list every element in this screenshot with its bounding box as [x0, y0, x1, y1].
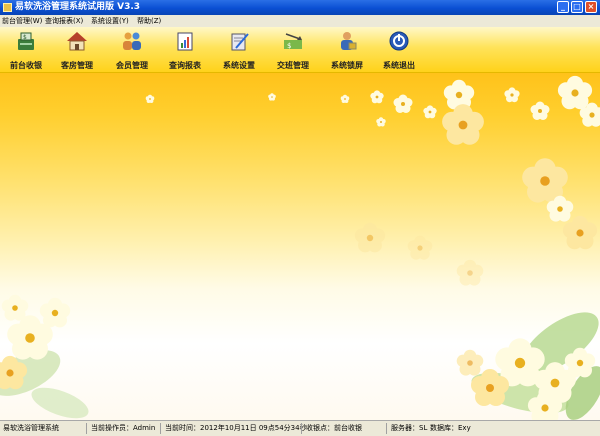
title-bar[interactable]: 易软洗浴管理系统试用版 V3.3 _ □ × — [0, 0, 600, 15]
member-management-button[interactable]: 会员管理 — [107, 30, 157, 70]
cashier-button[interactable]: $ 前台收银 — [1, 30, 51, 70]
close-button[interactable]: × — [585, 1, 597, 13]
svg-text:$: $ — [287, 42, 291, 50]
minimize-button[interactable]: _ — [557, 1, 569, 13]
menu-settings[interactable]: 系统设置(Y) — [91, 15, 129, 27]
status-divider — [160, 423, 161, 434]
members-icon — [123, 32, 141, 50]
main-workspace — [0, 73, 600, 420]
cashier-label: 前台收银 — [10, 61, 42, 70]
menu-bar: 前台管理(W) 查询报表(X) 系统设置(Y) 帮助(Z) — [0, 15, 600, 27]
window-title: 易软洗浴管理系统试用版 V3.3 — [15, 2, 141, 12]
status-time: 当前时间：2012年10月11日 09点54分34秒 — [165, 424, 307, 432]
query-reports-label: 查询报表 — [169, 61, 201, 70]
house-icon — [67, 32, 87, 51]
status-divider — [86, 423, 87, 434]
app-icon — [3, 3, 12, 12]
main-toolbar: $ 前台收银 客房管理 会员管理 查询报表 系统设置 $ 交班管理 系统锁屏 系… — [0, 27, 600, 73]
lock-screen-label: 系统锁屏 — [331, 61, 363, 70]
lock-screen-icon — [341, 32, 357, 50]
room-management-label: 客房管理 — [61, 61, 93, 70]
member-management-label: 会员管理 — [116, 61, 148, 70]
status-operator: 当前操作员：Admin — [91, 424, 156, 432]
exit-system-button[interactable]: 系统退出 — [374, 30, 424, 70]
handover-icon: $ — [284, 33, 302, 50]
cash-register-icon: $ — [18, 32, 34, 50]
status-database: 数据库：Exy — [430, 424, 471, 432]
system-settings-label: 系统设置 — [223, 61, 255, 70]
flower-background-image — [0, 75, 600, 420]
system-settings-button[interactable]: 系统设置 — [214, 30, 264, 70]
menu-reports[interactable]: 查询报表(X) — [45, 15, 83, 27]
room-management-button[interactable]: 客房管理 — [52, 30, 102, 70]
query-reports-button[interactable]: 查询报表 — [160, 30, 210, 70]
maximize-button[interactable]: □ — [571, 1, 583, 13]
exit-system-label: 系统退出 — [383, 61, 415, 70]
exit-icon — [389, 31, 409, 51]
status-divider — [386, 423, 387, 434]
menu-front-desk[interactable]: 前台管理(W) — [2, 15, 42, 27]
shift-handover-label: 交班管理 — [277, 61, 309, 70]
svg-text:$: $ — [23, 34, 27, 41]
status-app-name: 易软洗浴管理系统 — [3, 424, 59, 432]
status-server: 服务器：SL — [391, 424, 428, 432]
shift-handover-button[interactable]: $ 交班管理 — [268, 30, 318, 70]
report-icon — [177, 32, 193, 51]
status-divider — [301, 423, 302, 434]
status-station: 收银点：前台收银 — [306, 424, 362, 432]
menu-help[interactable]: 帮助(Z) — [137, 15, 161, 27]
settings-icon — [231, 33, 249, 51]
status-bar: 易软洗浴管理系统 当前操作员：Admin 当前时间：2012年10月11日 09… — [0, 420, 600, 436]
lock-screen-button[interactable]: 系统锁屏 — [322, 30, 372, 70]
